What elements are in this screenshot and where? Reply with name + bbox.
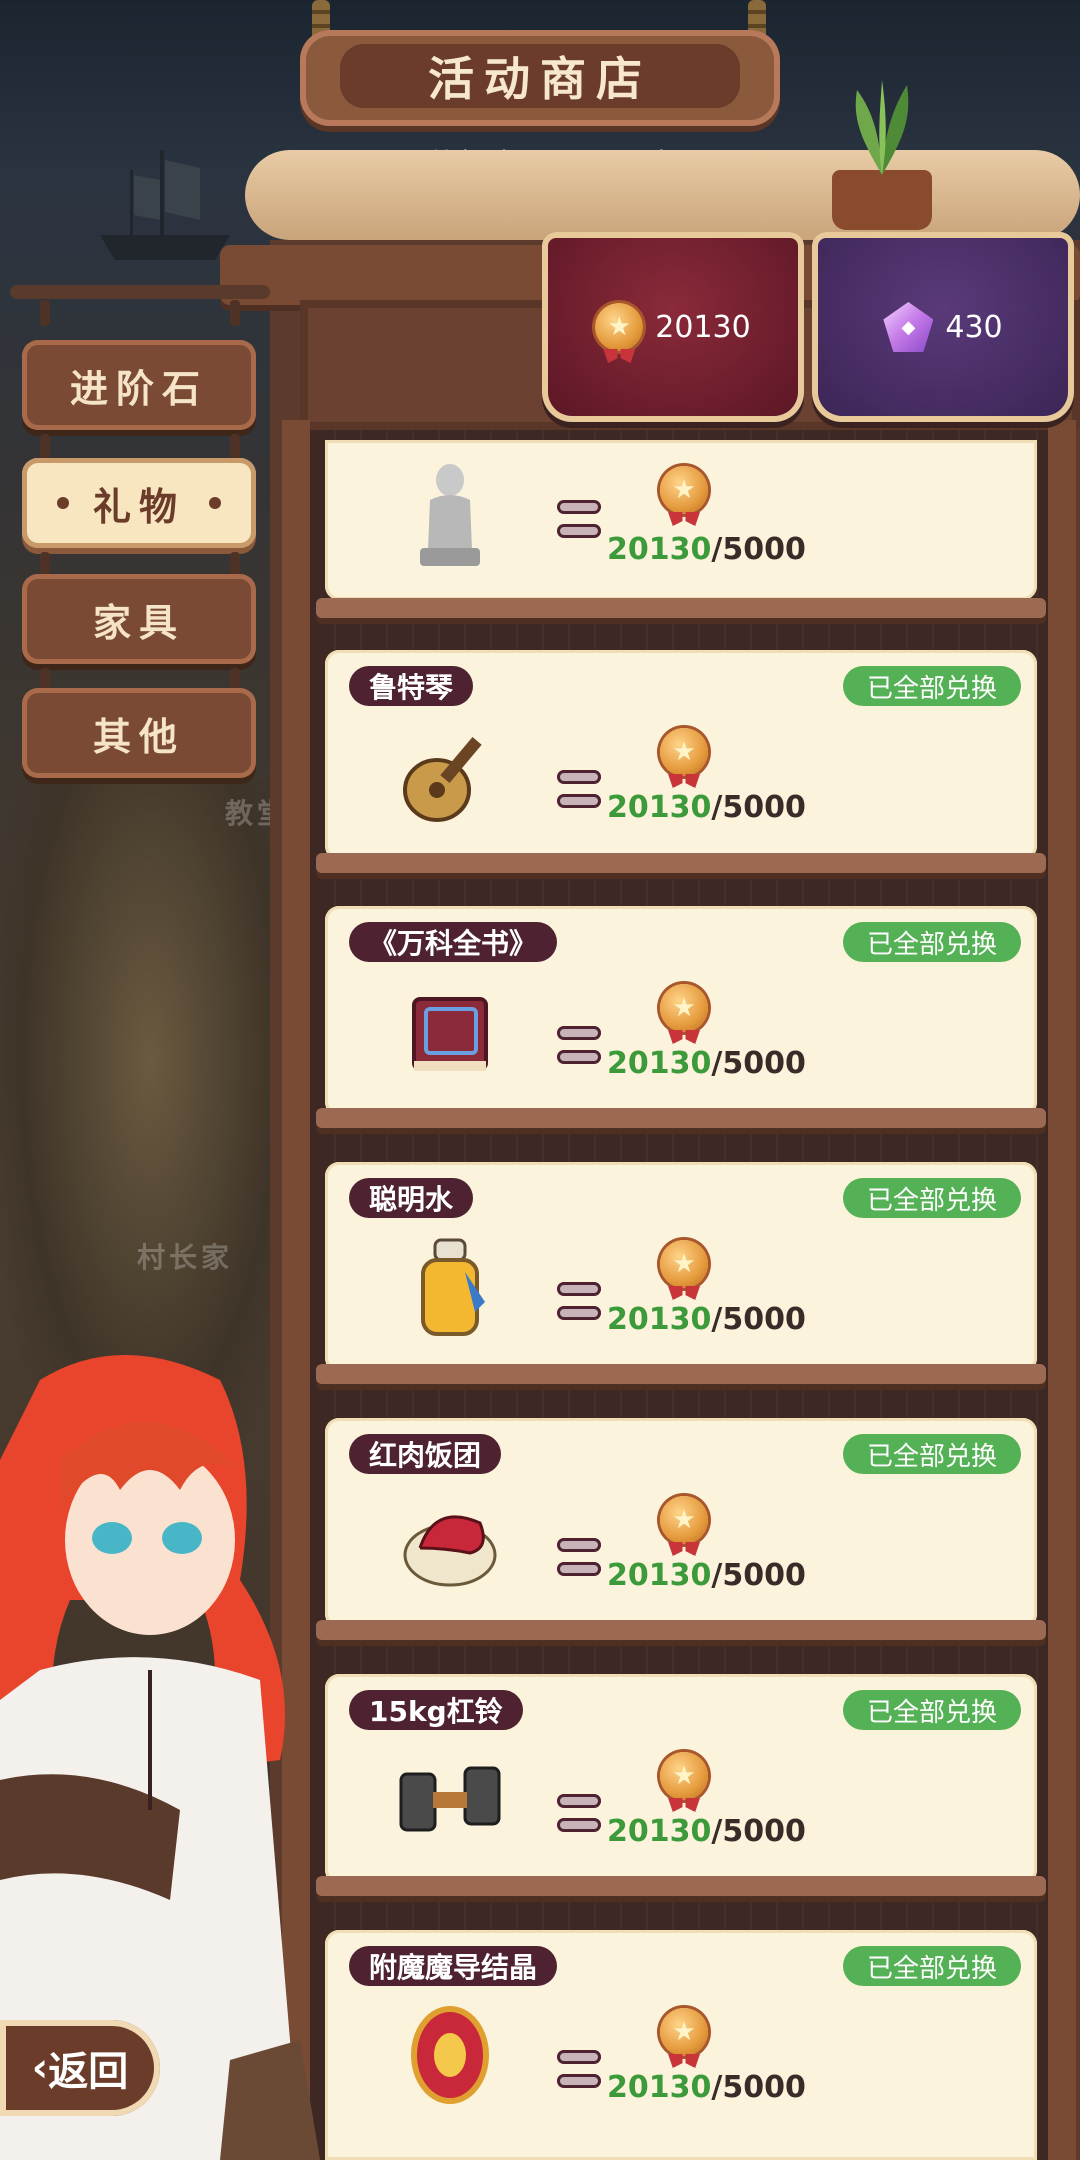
medal-amount: 20130: [655, 309, 751, 345]
chevron-left-icon: ‹: [31, 2045, 49, 2091]
cabinet-pillar-right: [1048, 420, 1076, 2160]
equals-icon: [557, 500, 601, 540]
nav-tab-advance-stone[interactable]: 进阶石: [22, 340, 256, 430]
medal-icon: ★: [660, 1240, 708, 1288]
item-name: 聪明水: [349, 1178, 474, 1218]
nav-tab-gift[interactable]: 礼物: [22, 458, 256, 548]
item-price: 20130/5000: [607, 1558, 806, 1593]
medal-icon: ★: [595, 303, 644, 351]
shelf-ledge: [316, 598, 1046, 618]
equals-icon: [557, 1538, 601, 1578]
medal-icon: ★: [660, 984, 708, 1032]
back-button[interactable]: ‹ 返回: [0, 2020, 160, 2116]
shop-item-card[interactable]: 《万科全书》 已全部兑换 ★ 20130/5000: [325, 906, 1037, 1116]
title-board: 活动商店: [300, 30, 780, 126]
gem-amount: 430: [945, 309, 1003, 345]
item-price: 20130/5000: [607, 1302, 806, 1337]
status-badge: 已全部兑换: [842, 1946, 1021, 1986]
nav-dot: [56, 497, 69, 509]
gem-currency: ◆ 430: [812, 232, 1074, 422]
equals-icon: [557, 2050, 601, 2090]
nav-chain: [40, 300, 50, 326]
item-name: 《万科全书》: [349, 922, 558, 962]
lute-icon: [395, 720, 505, 830]
status-badge: 已全部兑换: [842, 1178, 1021, 1218]
equals-icon: [557, 1794, 601, 1834]
nav-tab-label: 家具: [92, 600, 185, 645]
item-price: 20130/5000: [607, 1814, 806, 1849]
shelf-ledge: [316, 1620, 1046, 1640]
item-price: 20130/5000: [607, 1046, 806, 1081]
nav-tab-label: 进阶石: [69, 366, 208, 411]
item-name: 鲁特琴: [349, 666, 474, 706]
medal-icon: ★: [660, 466, 708, 514]
status-badge: 已全部兑换: [842, 666, 1021, 706]
book-icon: [395, 976, 505, 1086]
item-price: 20130/5000: [607, 790, 806, 825]
nav-tab-label: 其他: [92, 714, 185, 759]
nav-chain: [230, 300, 240, 326]
crystal-icon: [395, 2000, 505, 2110]
statue-icon: [395, 460, 505, 570]
status-badge: 已全部兑换: [842, 922, 1021, 962]
shop-item-card[interactable]: 聪明水 已全部兑换 ★ 20130/5000: [325, 1162, 1037, 1372]
nav-chain: [40, 434, 50, 460]
shop-item-card[interactable]: 红肉饭团 已全部兑换 ★ 20130/5000: [325, 1418, 1037, 1628]
nav-tab-other[interactable]: 其他: [22, 688, 256, 778]
medal-icon: ★: [660, 2008, 708, 2056]
status-badge: 已全部兑换: [842, 1434, 1021, 1474]
medal-icon: ★: [660, 728, 708, 776]
status-badge: 已全部兑换: [842, 1690, 1021, 1730]
equals-icon: [557, 1026, 601, 1066]
potion-icon: [395, 1232, 505, 1342]
shop-item-card[interactable]: ★ 20130/5000: [325, 440, 1037, 600]
shop-item-card[interactable]: 附魔魔导结晶 已全部兑换 ★ 20130/5000: [325, 1930, 1037, 2160]
gem-icon: ◆: [883, 302, 934, 352]
shelf-ledge: [316, 853, 1046, 873]
nav-dot: [209, 497, 221, 509]
shelf-ledge: [316, 1876, 1046, 1896]
item-name: 附魔魔导结晶: [349, 1946, 558, 1986]
ship-silhouette: [100, 150, 230, 260]
shop-item-card[interactable]: 鲁特琴 已全部兑换 ★ 20130/5000: [325, 650, 1037, 860]
medal-currency: ★ 20130: [542, 232, 804, 422]
riceball-icon: [395, 1488, 505, 1598]
nav-chain: [230, 434, 240, 460]
shelf-ledge: [316, 1108, 1046, 1128]
item-price: 20130/5000: [607, 532, 806, 567]
village-head-label: 村长家: [137, 1241, 234, 1274]
shop-item-card[interactable]: 15kg杠铃 已全部兑换 ★ 20130/5000: [325, 1674, 1037, 1884]
page-title: 活动商店: [340, 44, 740, 108]
equals-icon: [557, 770, 601, 810]
nav-tab-furniture[interactable]: 家具: [22, 574, 256, 664]
back-label: 返回: [48, 2049, 129, 2095]
medal-icon: ★: [660, 1752, 708, 1800]
scroll-roll-decoration: [245, 150, 1080, 240]
nav-tab-label: 礼物: [92, 484, 185, 529]
medal-icon: ★: [660, 1496, 708, 1544]
dumbbell-icon: [395, 1744, 505, 1854]
shelf-ledge: [316, 1364, 1046, 1384]
item-price: 20130/5000: [607, 2070, 806, 2105]
plant-icon: [855, 80, 909, 175]
nav-rod: [10, 285, 270, 299]
equals-icon: [557, 1282, 601, 1322]
